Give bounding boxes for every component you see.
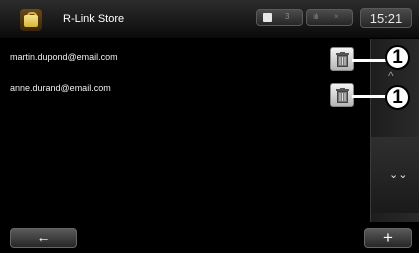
back-button[interactable]: ← [10, 228, 77, 248]
status-header: R-Link Store 3 ıılı × 15:21 [0, 0, 419, 38]
account-email-1[interactable]: martin.dupond@email.com [10, 52, 118, 62]
scroll-up-icon[interactable]: ^ [388, 69, 394, 83]
delete-account-button[interactable] [330, 83, 354, 107]
signal-indicator: ıılı × [306, 9, 353, 26]
bottom-bar: ← + [0, 226, 419, 253]
scroll-down-area[interactable]: ⌄⌄ [371, 137, 419, 213]
messages-indicator[interactable]: 3 [256, 9, 303, 26]
shopping-bag-body [24, 15, 38, 27]
plus-icon: + [383, 228, 393, 247]
scroll-down-icon[interactable]: ⌄⌄ [389, 170, 407, 181]
add-account-button[interactable]: + [364, 228, 412, 248]
message-count: 3 [285, 12, 290, 21]
clock: 15:21 [360, 8, 412, 28]
trash-icon [336, 52, 349, 67]
signal-bars-icon: ıılı [313, 12, 319, 21]
app-title: R-Link Store [63, 13, 125, 25]
shopping-bag-icon [20, 9, 42, 31]
callout-marker-1: 1 [385, 45, 410, 70]
back-arrow-icon: ← [36, 229, 51, 245]
r-link-store-screen: R-Link Store 3 ıılı × 15:21 martin.dupon… [0, 0, 419, 253]
callout-marker-1: 1 [385, 85, 410, 110]
clock-time: 15:21 [369, 11, 403, 26]
callout-leader-line [352, 59, 388, 62]
message-icon [263, 13, 272, 22]
account-email-2[interactable]: anne.durand@email.com [10, 83, 111, 93]
signal-status: × [334, 12, 339, 21]
trash-icon [336, 88, 349, 103]
delete-account-button[interactable] [330, 47, 354, 71]
callout-leader-line [352, 95, 388, 98]
